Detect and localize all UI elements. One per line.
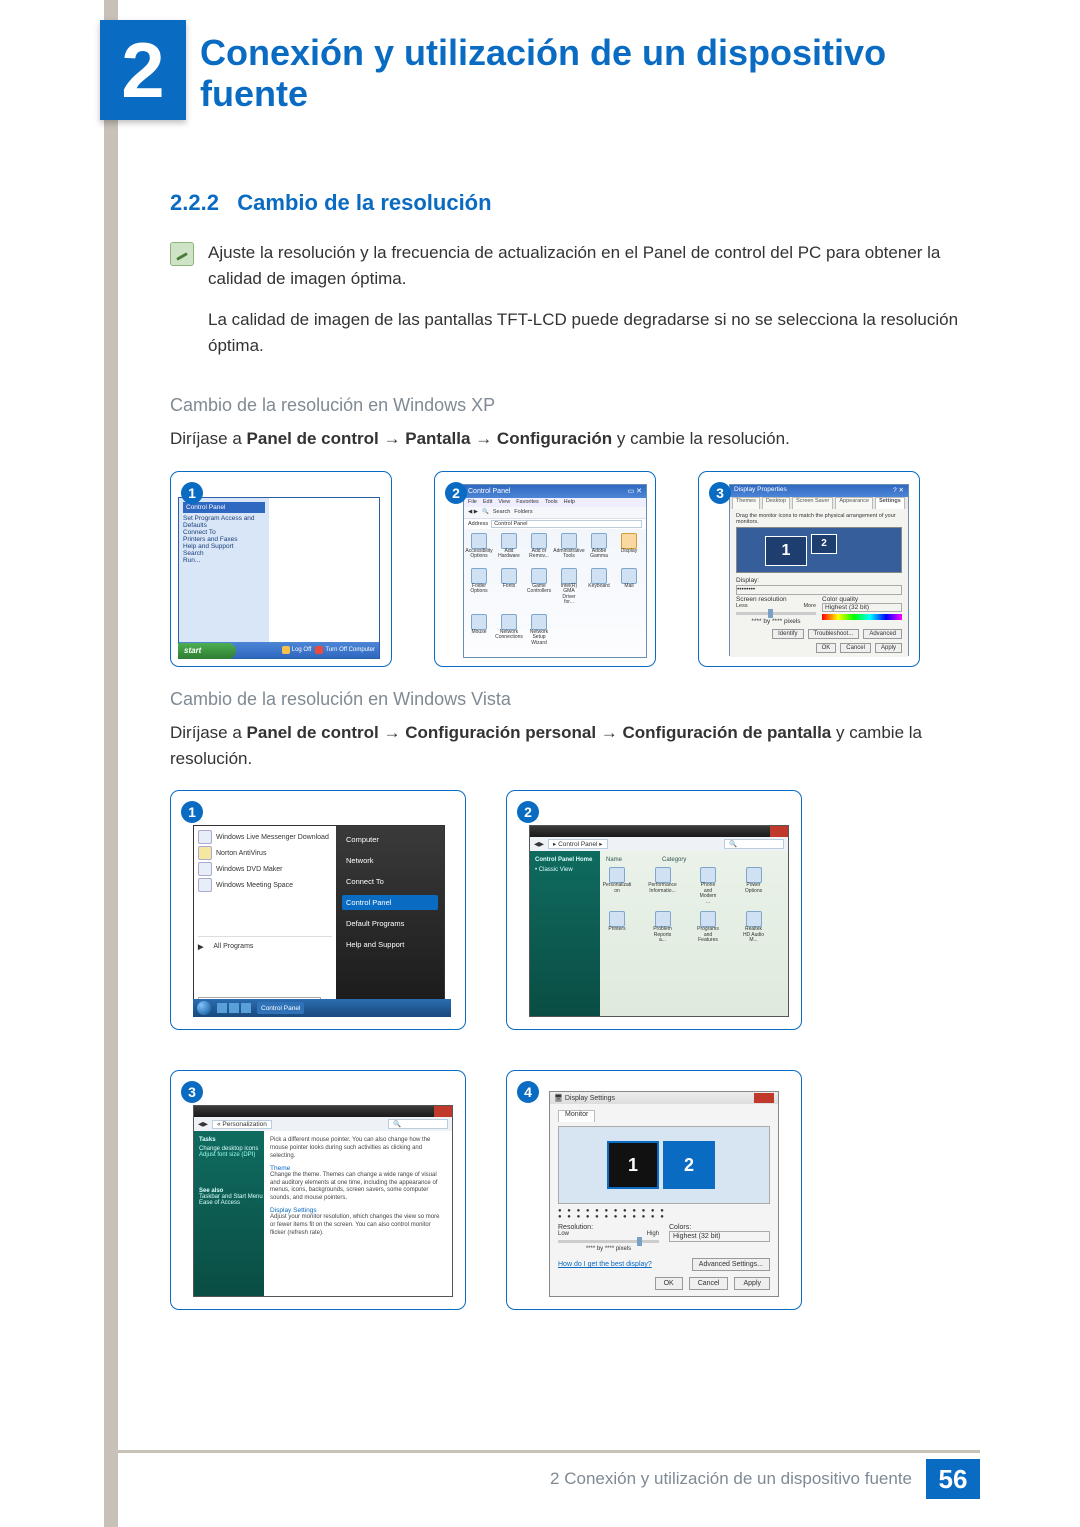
vista-taskbar: Control Panel bbox=[193, 999, 451, 1017]
step-badge: 4 bbox=[517, 1081, 539, 1103]
xp-shots: 1 Control Panel Set Program Access and D… bbox=[170, 471, 970, 667]
vertical-rule bbox=[104, 0, 118, 1527]
step-badge: 2 bbox=[445, 482, 467, 504]
xp-start-right: Control Panel Set Program Access and Def… bbox=[179, 498, 269, 658]
vista-shot-2: 2 ◀▶ ▸ Control Panel ▸ 🔍 Control Panel H… bbox=[506, 790, 802, 1030]
xp-shot-1: 1 Control Panel Set Program Access and D… bbox=[170, 471, 392, 667]
step-badge: 1 bbox=[181, 801, 203, 823]
vista-instruction: Diríjase a Panel de control → Configurac… bbox=[170, 720, 970, 773]
step-badge: 3 bbox=[181, 1081, 203, 1103]
vista-display-settings: 🖥 Display Settings Monitor 1 2 ● ● ● ● ●… bbox=[549, 1091, 779, 1297]
vista-shot-1: 1 Windows Live Messenger Download Norton… bbox=[170, 790, 466, 1030]
chapter-number: 2 bbox=[121, 25, 164, 116]
section-number: 2.2.2 bbox=[170, 190, 219, 215]
xp-start-left: All Programs bbox=[269, 498, 379, 658]
page-footer: 2 Conexión y utilización de un dispositi… bbox=[0, 1459, 1080, 1499]
chapter-badge: 2 bbox=[100, 20, 186, 120]
note-body: Ajuste la resolución y la frecuencia de … bbox=[208, 240, 970, 373]
section-title: Cambio de la resolución bbox=[237, 190, 491, 215]
vista-personalization-window: ◀▶ « Personalization 🔍 Tasks Change desk… bbox=[193, 1105, 453, 1297]
note-p2: La calidad de imagen de las pantallas TF… bbox=[208, 307, 970, 360]
xp-subhead: Cambio de la resolución en Windows XP bbox=[170, 395, 970, 416]
footer-rule bbox=[104, 1450, 980, 1453]
xp-start-button: start bbox=[178, 643, 236, 659]
vista-subhead: Cambio de la resolución en Windows Vista bbox=[170, 689, 970, 710]
vista-control-panel-window: ◀▶ ▸ Control Panel ▸ 🔍 Control Panel Hom… bbox=[529, 825, 789, 1017]
vista-orb-icon bbox=[197, 1001, 211, 1015]
step-badge: 3 bbox=[709, 482, 731, 504]
section-heading: 2.2.2 Cambio de la resolución bbox=[170, 190, 970, 216]
xp-control-panel-window: Control Panel▭ ✕ File Edit View Favorite… bbox=[463, 484, 647, 658]
xp-shot-2: 2 Control Panel▭ ✕ File Edit View Favori… bbox=[434, 471, 656, 667]
page-number: 56 bbox=[926, 1459, 980, 1499]
vista-shots: 1 Windows Live Messenger Download Norton… bbox=[170, 790, 970, 1310]
chapter-title: Conexión y utilización de un dispositivo… bbox=[200, 32, 960, 115]
xp-shot-3: 3 Display Properties? ✕ Themes Desktop S… bbox=[698, 471, 920, 667]
note-p1: Ajuste la resolución y la frecuencia de … bbox=[208, 240, 970, 293]
step-badge: 2 bbox=[517, 801, 539, 823]
step-badge: 1 bbox=[181, 482, 203, 504]
footer-text: 2 Conexión y utilización de un dispositi… bbox=[536, 1459, 926, 1499]
xp-instruction: Diríjase a Panel de control → Pantalla →… bbox=[170, 426, 970, 452]
vista-shot-3: 3 ◀▶ « Personalization 🔍 Tasks Change de… bbox=[170, 1070, 466, 1310]
vista-shot-4: 4 🖥 Display Settings Monitor 1 2 ● ● ● ●… bbox=[506, 1070, 802, 1310]
vista-start-menu: Windows Live Messenger Download Norton A… bbox=[193, 825, 445, 1013]
note-icon bbox=[170, 242, 194, 266]
xp-start-menu: Control Panel Set Program Access and Def… bbox=[178, 497, 380, 659]
xp-display-properties: Display Properties? ✕ Themes Desktop Scr… bbox=[729, 484, 909, 656]
